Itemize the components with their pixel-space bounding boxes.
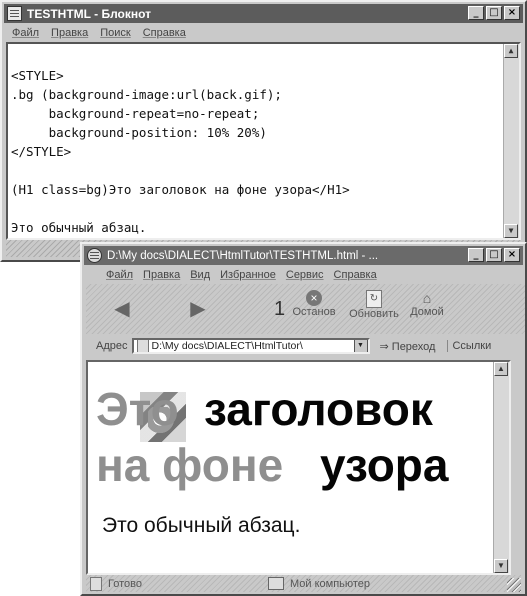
- browser-title: D:\My docs\DIALECT\HtmlTutor\TESTHTML.ht…: [107, 249, 379, 262]
- refresh-icon: ↻: [366, 290, 382, 308]
- notepad-app-icon: [7, 6, 22, 21]
- go-arrow-icon: ⇒: [379, 340, 389, 353]
- zone-text: Мой компьютер: [289, 577, 371, 590]
- menu-help[interactable]: Справка: [143, 27, 186, 39]
- refresh-label: Обновить: [349, 308, 399, 320]
- back-arrow-icon: ◀: [114, 298, 130, 320]
- home-icon: ⌂: [422, 290, 432, 306]
- home-button[interactable]: ⌂ Домой: [402, 290, 452, 324]
- address-bar: Адрес D:\My docs\DIALECT\HtmlTutor\ ▼ ⇒ …: [86, 335, 525, 357]
- address-input[interactable]: D:\My docs\DIALECT\HtmlTutor\ ▼: [131, 338, 370, 354]
- menu-search[interactable]: Поиск: [100, 27, 130, 39]
- browser-statusbar: Готово Мой компьютер: [86, 575, 521, 592]
- minimize-icon[interactable]: _: [468, 248, 484, 262]
- address-label: Адрес: [96, 340, 128, 352]
- code-line: </STYLE>: [11, 144, 72, 159]
- maximize-icon[interactable]: □: [486, 6, 502, 20]
- status-text: Готово: [108, 577, 142, 590]
- scroll-up-icon[interactable]: ▲: [504, 44, 518, 58]
- zone-computer-icon: [267, 577, 284, 590]
- scroll-down-icon[interactable]: ▼: [494, 559, 508, 573]
- heading-word-4: узора: [320, 439, 449, 491]
- page-viewport: Это заголовок на фоне узора Это обычный …: [86, 360, 511, 575]
- close-icon[interactable]: ×: [504, 6, 520, 20]
- browser-window-controls: _ □ ×: [468, 248, 520, 262]
- forward-button[interactable]: ▶: [176, 296, 220, 330]
- notepad-vertical-scrollbar[interactable]: ▲ ▼: [503, 44, 519, 238]
- scroll-up-icon[interactable]: ▲: [494, 362, 508, 376]
- notepad-window-controls: _ □ ×: [468, 6, 520, 20]
- status-page-icon: [90, 576, 102, 591]
- menu-file[interactable]: Файл: [12, 27, 39, 39]
- page-icon: [136, 340, 149, 352]
- menu-help[interactable]: Справка: [334, 269, 377, 281]
- menu-tools[interactable]: Сервис: [286, 269, 324, 281]
- menu-view[interactable]: Вид: [190, 269, 210, 281]
- address-dropdown-icon[interactable]: ▼: [353, 340, 368, 352]
- menu-file[interactable]: Файл: [106, 269, 133, 281]
- stop-label: Останов: [292, 306, 336, 318]
- browser-window: D:\My docs\DIALECT\HtmlTutor\TESTHTML.ht…: [80, 242, 527, 596]
- refresh-button[interactable]: ↻ Обновить: [344, 290, 404, 324]
- code-line: Это обычный абзац.: [11, 220, 147, 235]
- home-label: Домой: [410, 306, 444, 318]
- menu-favorites[interactable]: Избранное: [220, 269, 276, 281]
- heading-word-3: на фоне: [96, 439, 284, 491]
- notepad-window: TESTHTML - Блокнот _ □ × Файл Правка Пои…: [0, 0, 527, 262]
- menu-edit[interactable]: Правка: [143, 269, 180, 281]
- menu-edit[interactable]: Правка: [51, 27, 88, 39]
- notepad-text-area[interactable]: <STYLE> .bg (background-image:url(back.g…: [6, 42, 521, 240]
- code-line: background-position: 10% 20%): [11, 125, 267, 140]
- browser-menubar: Файл Правка Вид Избранное Сервис Справка: [86, 266, 521, 283]
- browser-titlebar[interactable]: D:\My docs\DIALECT\HtmlTutor\TESTHTML.ht…: [84, 246, 523, 265]
- stop-icon: ×: [306, 290, 322, 306]
- links-label[interactable]: Ссылки: [447, 340, 491, 352]
- code-line: background-repeat=no-repeat;: [11, 106, 260, 121]
- code-line: <STYLE>: [11, 68, 64, 83]
- close-icon[interactable]: ×: [504, 248, 520, 262]
- heading-word-1: Это: [96, 383, 179, 435]
- forward-arrow-icon: ▶: [190, 298, 206, 320]
- code-line: .bg (background-image:url(back.gif);: [11, 87, 282, 102]
- code-line: (H1 class=bg)Это заголовок на фоне узора…: [11, 182, 350, 197]
- stop-button[interactable]: × Останов: [286, 290, 342, 324]
- browser-vertical-scrollbar[interactable]: ▲ ▼: [493, 362, 509, 573]
- paragraph: Это обычный абзац.: [102, 514, 301, 537]
- resize-grip-icon[interactable]: [507, 578, 521, 592]
- scroll-down-icon[interactable]: ▼: [504, 224, 518, 238]
- heading-word-2: заголовок: [204, 383, 433, 435]
- minimize-icon[interactable]: _: [468, 6, 484, 20]
- browser-app-icon: [87, 248, 102, 263]
- toolbar-marker: 1: [274, 298, 286, 320]
- notepad-menubar: Файл Правка Поиск Справка: [6, 24, 521, 41]
- maximize-icon[interactable]: □: [486, 248, 502, 262]
- notepad-title: TESTHTML - Блокнот: [27, 6, 152, 21]
- go-button[interactable]: ⇒ Переход: [380, 340, 436, 353]
- browser-toolbar: ◀ ▶ 1 × Останов ↻ Обновить ⌂ Домой: [86, 284, 525, 334]
- go-label: Переход: [391, 340, 436, 353]
- notepad-titlebar[interactable]: TESTHTML - Блокнот _ □ ×: [4, 4, 523, 23]
- address-value: D:\My docs\DIALECT\HtmlTutor\: [151, 340, 303, 352]
- back-button[interactable]: ◀: [100, 296, 144, 330]
